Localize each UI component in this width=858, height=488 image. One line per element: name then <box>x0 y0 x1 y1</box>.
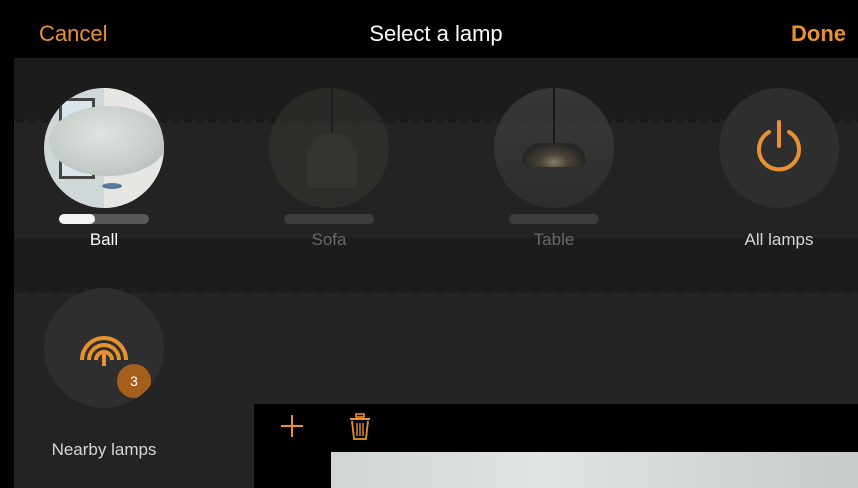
lamp-photo-sofa <box>269 88 389 208</box>
all-lamps-circle <box>719 88 839 208</box>
nearby-lamps-tile[interactable]: 3 Nearby lamps <box>14 288 214 468</box>
brightness-slider-ball[interactable] <box>59 214 149 224</box>
photo-preview <box>331 452 858 488</box>
app-window: Cancel Select a lamp Done Ball Sofa Tabl… <box>14 8 858 488</box>
lamp-tile-table[interactable]: Table <box>464 88 664 268</box>
power-icon <box>757 120 801 172</box>
done-button[interactable]: Done <box>791 21 846 47</box>
lamp-tile-all-lamps[interactable]: All lamps <box>689 88 858 268</box>
lamp-photo-ball <box>44 88 164 208</box>
plus-icon[interactable] <box>278 412 306 440</box>
lamp-tile-ball[interactable]: Ball <box>14 88 214 268</box>
brightness-fill-ball <box>59 214 95 224</box>
lamp-tile-sofa[interactable]: Sofa <box>239 88 439 268</box>
nearby-lamps-circle: 3 <box>44 288 164 408</box>
lamp-label-sofa: Sofa <box>311 230 347 249</box>
page-title: Select a lamp <box>369 21 503 46</box>
header-bar: Cancel Select a lamp Done <box>14 8 858 58</box>
nearby-lamps-label: Nearby lamps <box>51 440 157 459</box>
wifi-signal-icon <box>80 336 128 366</box>
brightness-slider-table[interactable] <box>509 214 599 224</box>
lamp-label-ball: Ball <box>89 230 119 249</box>
trash-icon[interactable] <box>346 412 374 442</box>
lamp-editor-panel <box>254 404 858 488</box>
nearby-count-badge: 3 <box>117 364 151 398</box>
lamp-label-all-lamps: All lamps <box>744 230 814 249</box>
lamp-label-table: Table <box>533 230 575 249</box>
lamp-photo-table <box>494 88 614 208</box>
brightness-slider-sofa[interactable] <box>284 214 374 224</box>
